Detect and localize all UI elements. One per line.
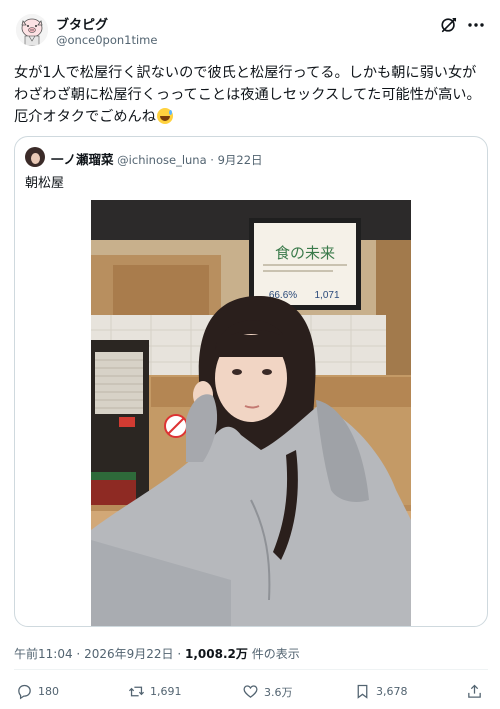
quote-author-name[interactable]: 一ノ瀬瑠菜 (51, 152, 114, 167)
sweat-smile-emoji-icon (156, 108, 173, 124)
tweet-text-line: 厄介オタクでごめんね (14, 109, 156, 125)
quote-text: 朝松屋 (25, 176, 65, 191)
tweet-header: ブタピグ @once0pon1time (12, 12, 488, 52)
like-count: 3.6万 (264, 685, 293, 699)
author-display-name[interactable]: ブタピグ (56, 14, 108, 33)
share-icon[interactable] (466, 683, 483, 700)
repost-button[interactable]: 1,691 (128, 683, 182, 700)
quote-photo[interactable]: 食の未来 66.6% 1,071 (91, 200, 411, 626)
action-bar: 180 1,691 3.6万 3,678 (0, 680, 500, 706)
grok-icon[interactable] (440, 16, 458, 34)
bookmark-count: 3,678 (376, 685, 408, 698)
quoted-tweet[interactable]: 一ノ瀬瑠菜 @ichinose_luna · 9月22日 朝松屋 食の未来 66… (14, 136, 488, 627)
quote-author-handle[interactable]: @ichinose_luna (117, 153, 206, 167)
meta-separator: · (177, 647, 182, 661)
tweet-text-line-last: 厄介オタクでごめんね (14, 106, 488, 128)
reply-count: 180 (38, 685, 59, 698)
view-label: 件の表示 (251, 647, 300, 661)
view-count: 1,008.2万 (185, 647, 248, 661)
tweet-text-line: 女が1人で松屋行く訳ないので彼氏と松屋行ってる。しかも朝に弱い女が (14, 65, 477, 81)
poster-stat: 1,071 (314, 290, 339, 301)
tweet-date[interactable]: 2026年9月22日 (84, 647, 173, 661)
like-button[interactable]: 3.6万 (242, 683, 293, 700)
quote-separator: · (210, 153, 214, 167)
repost-count: 1,691 (150, 685, 182, 698)
reply-icon (18, 684, 31, 700)
bookmark-icon (357, 684, 368, 699)
quote-author-avatar[interactable] (25, 147, 45, 167)
tweet-meta: 午前11:04 · 2026年9月22日 · 1,008.2万 件の表示 (14, 645, 300, 662)
heart-icon (243, 685, 258, 698)
repost-icon (128, 686, 145, 697)
divider (14, 669, 488, 670)
tweet-time[interactable]: 午前11:04 (14, 647, 73, 661)
quote-date[interactable]: 9月22日 (218, 153, 263, 167)
more-options-icon[interactable] (466, 16, 486, 34)
quote-author-meta: 一ノ瀬瑠菜 @ichinose_luna · 9月22日 (51, 149, 263, 168)
photo-illustration: 食の未来 66.6% 1,071 (91, 200, 411, 626)
author-avatar[interactable] (16, 14, 48, 46)
bookmark-button[interactable]: 3,678 (354, 683, 408, 700)
pig-avatar-icon (16, 14, 48, 46)
tweet-text: 女が1人で松屋行く訳ないので彼氏と松屋行ってる。しかも朝に弱い女が わざわざ朝に… (14, 62, 488, 128)
tweet-text-line: わざわざ朝に松屋行くっってことは夜通しセックスしてた可能性が高い。 (14, 87, 481, 103)
reply-button[interactable]: 180 (16, 683, 59, 700)
author-handle[interactable]: @once0pon1time (56, 33, 157, 47)
meta-separator: · (76, 647, 81, 661)
poster-title: 食の未来 (275, 245, 335, 262)
